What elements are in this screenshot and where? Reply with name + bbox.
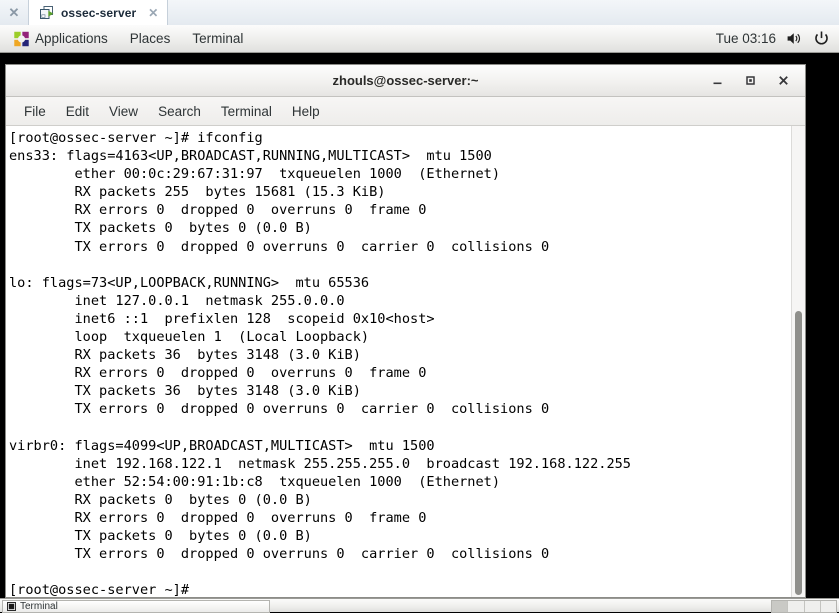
vm-console-tab-close-icon[interactable]: ✕ <box>148 6 158 20</box>
terminal-output[interactable]: [root@ossec-server ~]# ifconfigens33: fl… <box>6 126 791 597</box>
terminal-window: zhouls@ossec-server:~ File <box>5 64 806 598</box>
window-list-item-terminal[interactable]: Terminal <box>2 600 270 613</box>
vm-console-icon <box>39 5 55 21</box>
terminal-line: ens33: flags=4163<UP,BROADCAST,RUNNING,M… <box>9 147 791 165</box>
terminal-line: virbr0: flags=4099<UP,BROADCAST,MULTICAS… <box>9 437 791 455</box>
terminal-line: TX packets 0 bytes 0 (0.0 B) <box>9 219 791 237</box>
terminal-line: TX errors 0 dropped 0 overruns 0 carrier… <box>9 400 791 418</box>
scrollbar-thumb[interactable] <box>795 311 802 595</box>
applications-menu[interactable]: Applications <box>9 28 119 49</box>
vertical-scrollbar[interactable] <box>791 126 805 597</box>
menu-help[interactable]: Help <box>282 101 330 122</box>
places-menu[interactable]: Places <box>119 28 182 49</box>
terminal-line: RX errors 0 dropped 0 overruns 0 frame 0 <box>9 364 791 382</box>
terminal-line: TX errors 0 dropped 0 overruns 0 carrier… <box>9 238 791 256</box>
speaker-icon[interactable] <box>786 30 803 47</box>
vm-console-tab-title: ossec-server <box>61 6 136 20</box>
vm-console-tabstrip: ✕ ossec-server ✕ <box>0 0 839 26</box>
vm-console-tab-ossec-server[interactable]: ossec-server ✕ <box>28 0 168 25</box>
terminal-body: [root@ossec-server ~]# ifconfigens33: fl… <box>6 126 805 597</box>
workspace-3[interactable] <box>805 601 821 612</box>
applications-menu-label: Applications <box>35 31 108 46</box>
terminal-line: RX packets 0 bytes 0 (0.0 B) <box>9 491 791 509</box>
terminal-line: TX packets 0 bytes 0 (0.0 B) <box>9 527 791 545</box>
places-menu-label: Places <box>130 31 171 46</box>
terminal-line: loop txqueuelen 1 (Local Loopback) <box>9 328 791 346</box>
workspace-4[interactable] <box>821 601 836 612</box>
close-icon[interactable] <box>775 73 791 89</box>
window-list-item-label: Terminal <box>20 601 58 612</box>
gnome-top-panel: Applications Places Terminal Tue 03:16 <box>0 25 839 53</box>
terminal-menubar: File Edit View Search Terminal Help <box>6 97 805 126</box>
panel-menu-group: Applications Places Terminal <box>9 28 254 49</box>
menu-edit[interactable]: Edit <box>56 101 99 122</box>
menu-view[interactable]: View <box>99 101 148 122</box>
terminal-line <box>9 563 791 581</box>
terminal-titlebar[interactable]: zhouls@ossec-server:~ <box>6 65 805 97</box>
terminal-line: inet 192.168.122.1 netmask 255.255.255.0… <box>9 455 791 473</box>
terminal-line: [root@ossec-server ~]# <box>9 581 791 597</box>
vm-console-close-button[interactable]: ✕ <box>0 0 28 25</box>
workspace-switcher[interactable] <box>771 600 837 613</box>
terminal-line: inet6 ::1 prefixlen 128 scopeid 0x10<hos… <box>9 310 791 328</box>
panel-clock[interactable]: Tue 03:16 <box>716 31 776 46</box>
maximize-icon[interactable] <box>742 73 758 89</box>
vm-console-tabstrip-empty <box>168 0 839 25</box>
window-controls <box>709 73 805 89</box>
terminal-line: TX errors 0 dropped 0 overruns 0 carrier… <box>9 545 791 563</box>
minimize-icon[interactable] <box>709 73 725 89</box>
gnome-bottom-panel: Terminal <box>0 598 839 612</box>
terminal-line: ether 52:54:00:91:1b:c8 txqueuelen 1000 … <box>9 473 791 491</box>
terminal-line: lo: flags=73<UP,LOOPBACK,RUNNING> mtu 65… <box>9 274 791 292</box>
workspace-2[interactable] <box>788 601 804 612</box>
terminal-line: RX errors 0 dropped 0 overruns 0 frame 0 <box>9 201 791 219</box>
terminal-line: ether 00:0c:29:67:31:97 txqueuelen 1000 … <box>9 165 791 183</box>
terminal-line <box>9 256 791 274</box>
terminal-menu-label: Terminal <box>192 31 243 46</box>
workspace-1[interactable] <box>772 601 788 612</box>
menu-file[interactable]: File <box>14 101 56 122</box>
menu-search[interactable]: Search <box>148 101 211 122</box>
menu-terminal[interactable]: Terminal <box>211 101 282 122</box>
terminal-line: RX errors 0 dropped 0 overruns 0 frame 0 <box>9 509 791 527</box>
panel-status-area: Tue 03:16 <box>716 30 830 47</box>
terminal-icon <box>7 602 16 611</box>
terminal-line: TX packets 36 bytes 3148 (3.0 KiB) <box>9 382 791 400</box>
terminal-line: RX packets 255 bytes 15681 (15.3 KiB) <box>9 183 791 201</box>
power-icon[interactable] <box>813 30 830 47</box>
terminal-menu[interactable]: Terminal <box>181 28 254 49</box>
terminal-line: RX packets 36 bytes 3148 (3.0 KiB) <box>9 346 791 364</box>
terminal-window-title: zhouls@ossec-server:~ <box>6 73 805 88</box>
terminal-line <box>9 419 791 437</box>
terminal-line: [root@ossec-server ~]# ifconfig <box>9 129 791 147</box>
terminal-line: inet 127.0.0.1 netmask 255.0.0.0 <box>9 292 791 310</box>
